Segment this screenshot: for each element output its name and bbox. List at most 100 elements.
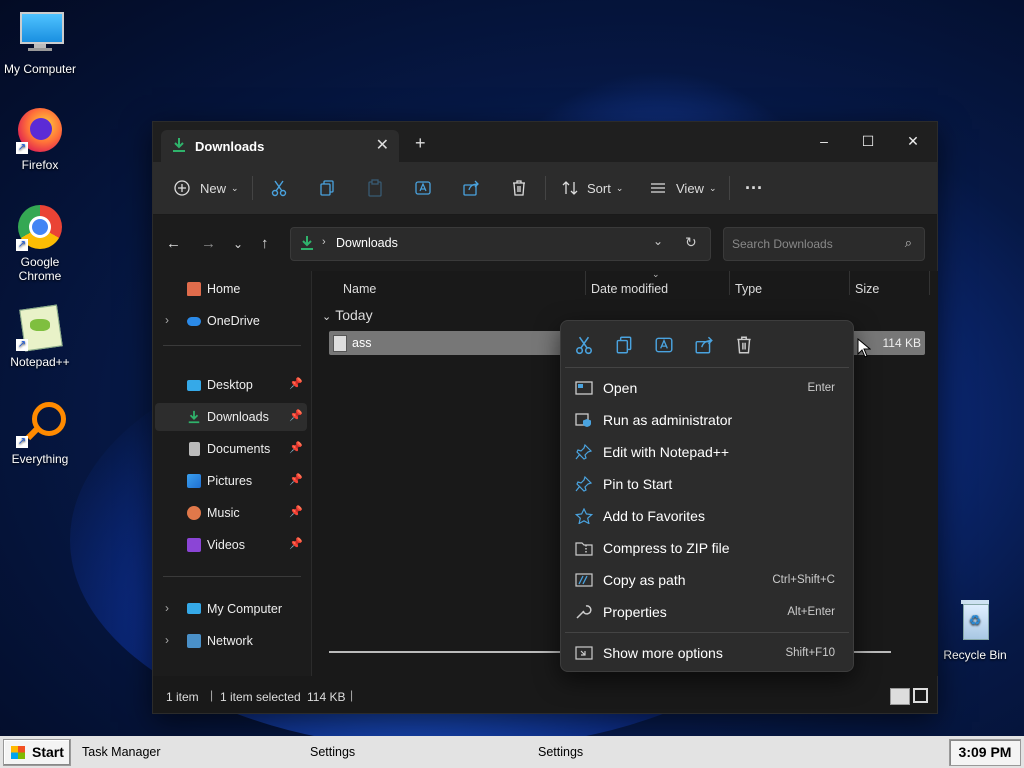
pin-icon[interactable]: 📌	[289, 505, 303, 518]
selection-size: 114 KB	[307, 690, 346, 704]
menu-item-run-as-admin[interactable]: Run as administrator	[565, 405, 849, 435]
pin-icon[interactable]: 📌	[289, 409, 303, 422]
title-bar[interactable]: Downloads ✕ + – ☐ ✕	[153, 122, 937, 162]
sidebar-item-network[interactable]: › Network	[155, 627, 307, 655]
desktop-icon-my-computer[interactable]: My Computer	[0, 10, 80, 76]
download-arrow-icon	[173, 138, 185, 152]
tab-close-icon[interactable]: ✕	[376, 135, 389, 155]
chevron-down-icon: ⌄	[322, 311, 332, 323]
home-icon	[187, 282, 201, 296]
delete-button[interactable]	[510, 176, 528, 200]
magnifier-icon: ↗	[16, 400, 66, 448]
column-divider[interactable]	[729, 271, 730, 295]
details-view-icon[interactable]	[890, 688, 910, 705]
menu-item-show-more-options[interactable]: Show more options Shift+F10	[565, 638, 849, 668]
group-header-today[interactable]: ⌄ Today	[322, 307, 373, 323]
taskbar-item-task-manager[interactable]: Task Manager	[82, 745, 161, 759]
column-size[interactable]: Size	[855, 282, 879, 296]
taskbar-item-settings[interactable]: Settings	[310, 745, 355, 759]
forward-arrow-icon[interactable]: →	[201, 235, 216, 252]
tab-downloads[interactable]: Downloads ✕	[161, 130, 399, 162]
file-icon	[333, 335, 347, 352]
menu-item-properties[interactable]: Properties Alt+Enter	[565, 597, 849, 627]
rename-button[interactable]	[414, 176, 432, 200]
sidebar-item-home[interactable]: Home	[155, 275, 307, 303]
chevron-down-icon: ⌄	[231, 182, 239, 193]
search-box[interactable]: Search Downloads ⌕	[723, 227, 925, 261]
address-dropdown-icon[interactable]: ⌄	[653, 234, 663, 248]
menu-item-compress-zip[interactable]: Compress to ZIP file	[565, 533, 849, 563]
maximize-button[interactable]: ☐	[848, 128, 888, 154]
desktop-icon-recycle-bin[interactable]: ♻ Recycle Bin	[935, 596, 1015, 662]
column-divider[interactable]	[585, 271, 586, 295]
column-divider[interactable]	[849, 271, 850, 295]
menu-item-pin-to-start[interactable]: Pin to Start	[565, 469, 849, 499]
more-options-button[interactable]: ···	[745, 176, 763, 200]
context-menu-divider	[565, 367, 849, 368]
address-bar[interactable]: › Downloads ⌄ ↻	[290, 227, 711, 261]
pin-icon[interactable]: 📌	[289, 537, 303, 550]
sidebar-item-downloads[interactable]: Downloads 📌	[155, 403, 307, 431]
desktop-icon-notepadpp[interactable]: ↗ Notepad++	[0, 303, 80, 369]
column-name[interactable]: Name	[343, 282, 376, 296]
search-input[interactable]: Search Downloads	[732, 237, 833, 251]
column-type[interactable]: Type	[735, 282, 762, 296]
menu-item-edit-notepadpp[interactable]: Edit with Notepad++	[565, 437, 849, 467]
sidebar-divider	[163, 345, 301, 346]
scissors-icon[interactable]	[574, 335, 594, 355]
context-menu: Open Enter Run as administrator Edit wit…	[560, 320, 854, 672]
paste-button[interactable]	[366, 176, 384, 200]
sort-icon	[562, 181, 578, 195]
tiles-view-icon[interactable]	[913, 688, 928, 703]
desktop-icon-chrome[interactable]: ↗ Google Chrome	[0, 203, 80, 283]
copy-button[interactable]	[318, 176, 336, 200]
share-button[interactable]	[462, 176, 480, 200]
close-button[interactable]: ✕	[893, 128, 933, 154]
cut-button[interactable]	[270, 176, 288, 200]
taskbar-item-settings[interactable]: Settings	[538, 745, 583, 759]
file-name: ass	[352, 336, 372, 350]
expand-chevron-icon[interactable]: ›	[165, 633, 169, 647]
sidebar-item-my-computer[interactable]: › My Computer	[155, 595, 307, 623]
minimize-button[interactable]: –	[804, 128, 844, 154]
sidebar-item-onedrive[interactable]: › OneDrive	[155, 307, 307, 335]
pin-icon[interactable]: 📌	[289, 441, 303, 454]
refresh-icon[interactable]: ↻	[685, 234, 697, 251]
copy-icon[interactable]	[614, 335, 634, 355]
pin-icon[interactable]: 📌	[289, 473, 303, 486]
back-arrow-icon[interactable]: ←	[166, 235, 181, 252]
pin-icon[interactable]: 📌	[289, 377, 303, 390]
clipboard-icon	[368, 179, 382, 197]
menu-item-add-to-favorites[interactable]: Add to Favorites	[565, 501, 849, 531]
menu-item-copy-as-path[interactable]: Copy as path Ctrl+Shift+C	[565, 565, 849, 595]
start-button[interactable]: Start	[3, 739, 71, 766]
menu-item-open[interactable]: Open Enter	[565, 373, 849, 403]
desktop-icon-label: Notepad++	[10, 355, 70, 369]
sidebar-item-documents[interactable]: Documents 📌	[155, 435, 307, 463]
sort-button[interactable]: Sort ⌄	[561, 176, 623, 200]
up-arrow-icon[interactable]: ↑	[261, 235, 269, 252]
sidebar-item-music[interactable]: Music 📌	[155, 499, 307, 527]
zip-folder-icon	[575, 542, 593, 556]
trash-icon[interactable]	[734, 335, 754, 355]
sidebar-item-desktop[interactable]: Desktop 📌	[155, 371, 307, 399]
new-button[interactable]: New ⌄	[173, 176, 239, 200]
recent-chevron-icon[interactable]: ⌄	[233, 237, 243, 251]
new-tab-icon[interactable]: +	[415, 133, 426, 154]
column-divider[interactable]	[929, 271, 930, 295]
expand-chevron-icon[interactable]: ›	[165, 601, 169, 615]
sidebar-item-videos[interactable]: Videos 📌	[155, 531, 307, 559]
desktop-icon-firefox[interactable]: ↗ Firefox	[0, 106, 80, 172]
notepadpp-icon: ↗	[16, 303, 64, 352]
rename-icon[interactable]	[654, 335, 674, 355]
sidebar-item-pictures[interactable]: Pictures 📌	[155, 467, 307, 495]
breadcrumb-downloads[interactable]: Downloads	[336, 236, 398, 250]
view-button[interactable]: View ⌄	[649, 176, 717, 200]
column-date-modified[interactable]: Date modified	[591, 282, 668, 296]
share-icon[interactable]	[694, 335, 714, 355]
clock[interactable]: 3:09 PM	[949, 739, 1021, 766]
address-row: ← → ⌄ ↑ › Downloads ⌄ ↻ Search Downloads…	[153, 215, 937, 271]
expand-chevron-icon[interactable]: ›	[165, 313, 169, 327]
desktop-icon-everything[interactable]: ↗ Everything	[0, 400, 80, 466]
breadcrumb-chevron-icon: ›	[322, 236, 326, 248]
